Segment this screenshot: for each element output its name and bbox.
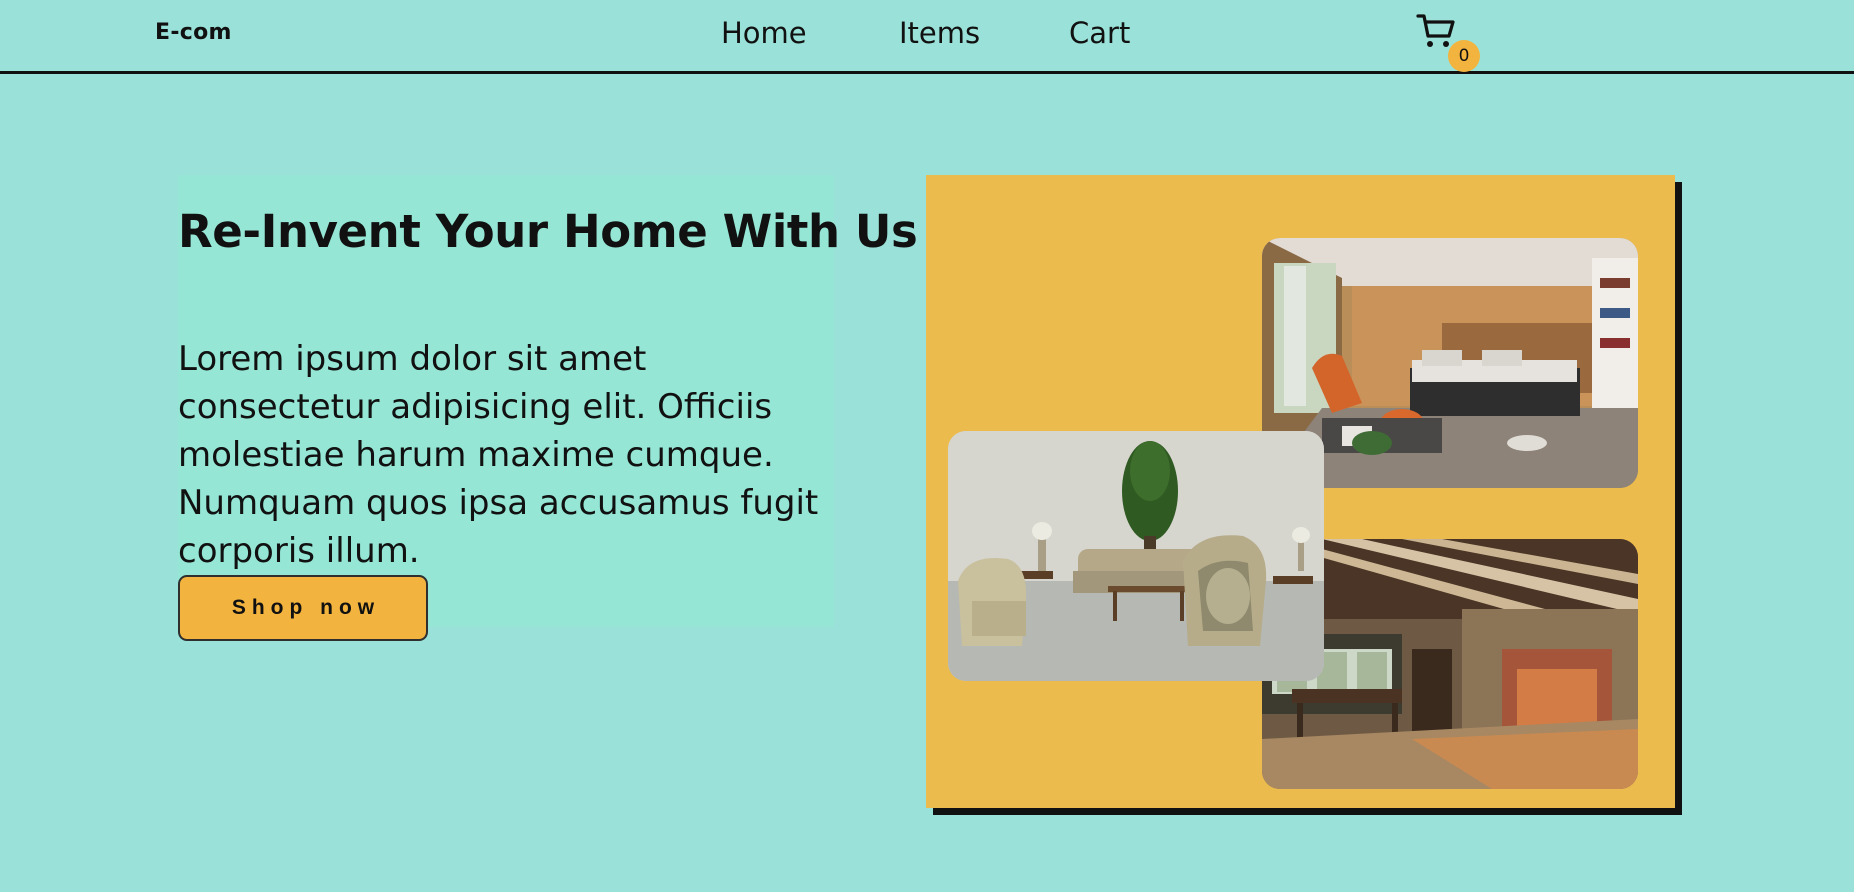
nav-link-cart[interactable]: Cart [1069,16,1130,50]
brand-logo[interactable]: E-com [155,20,232,45]
navbar: E-com Home Items Cart 0 [0,0,1854,74]
nav-link-home[interactable]: Home [721,16,807,50]
nav-link-items[interactable]: Items [899,16,980,50]
cart-count-badge: 0 [1448,40,1480,72]
living-room-image [948,431,1324,681]
shop-now-button[interactable]: Shop now [178,575,428,641]
hero-text-panel: Re-Invent Your Home With Us Lorem ipsum … [178,175,918,641]
image-gallery [926,175,1675,808]
hero-title: Re-Invent Your Home With Us [178,205,918,258]
hero-description: Lorem ipsum dolor sit amet consectetur a… [178,339,819,571]
cart-button[interactable]: 0 [1414,10,1480,72]
